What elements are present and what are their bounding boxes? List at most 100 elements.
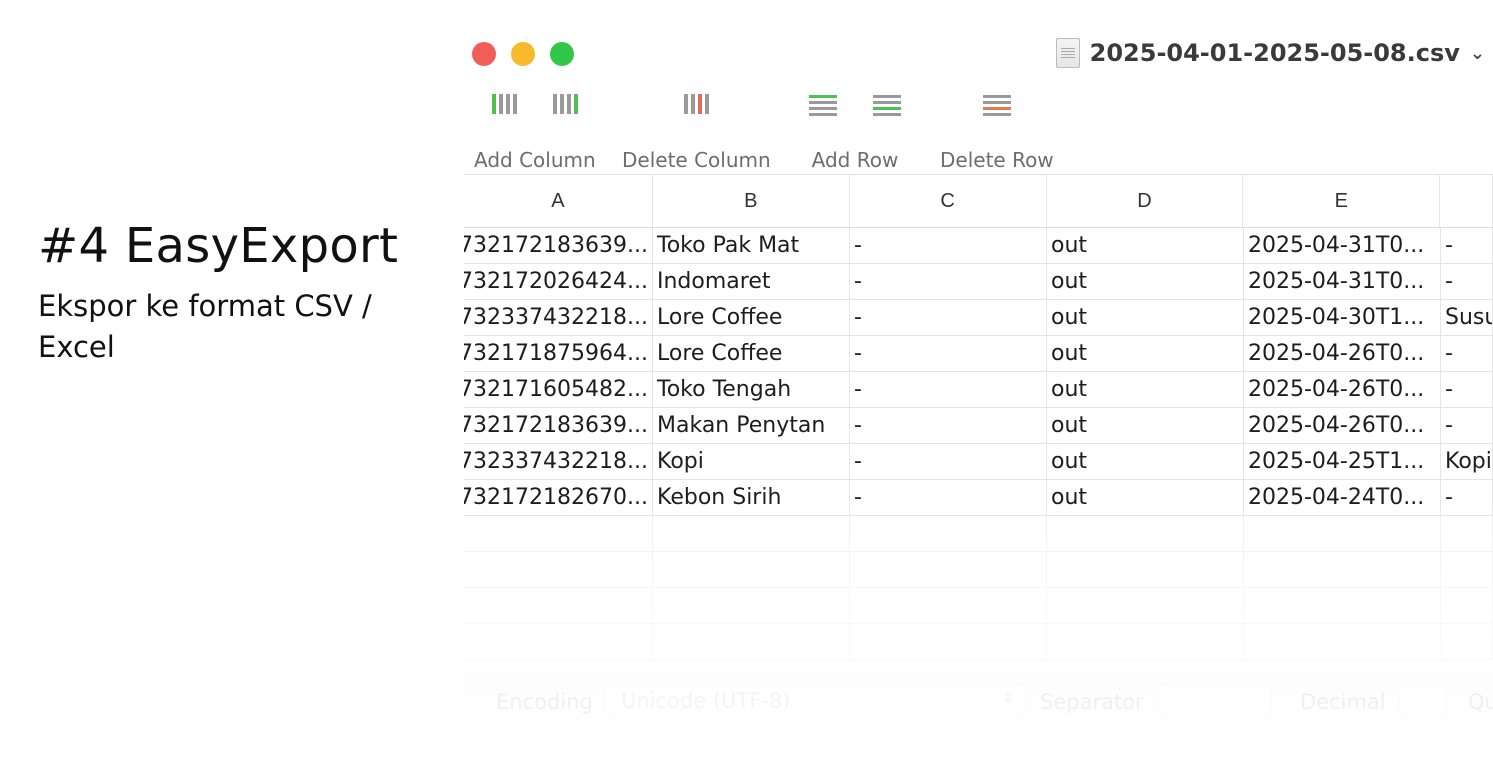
empty-cell[interactable]: [1244, 552, 1441, 587]
column-header-d[interactable]: D: [1047, 175, 1244, 227]
table-cell[interactable]: 732337432218...: [464, 444, 653, 479]
empty-cell[interactable]: [1047, 624, 1244, 659]
empty-cell[interactable]: [653, 588, 850, 623]
separator-select[interactable]: [1158, 684, 1272, 716]
empty-cell[interactable]: [653, 552, 850, 587]
table-cell[interactable]: Makan Penytan: [653, 408, 850, 443]
table-row[interactable]: 732172183639... Makan Penytan - out 2025…: [464, 408, 1493, 444]
table-cell[interactable]: -: [1441, 408, 1493, 443]
table-cell[interactable]: 732172182670...: [464, 480, 653, 515]
table-cell[interactable]: -: [1441, 228, 1493, 263]
table-cell[interactable]: out: [1047, 336, 1244, 371]
add-column-button[interactable]: Add Column: [474, 92, 596, 172]
table-cell[interactable]: -: [850, 372, 1047, 407]
zoom-button[interactable]: [550, 42, 574, 66]
close-button[interactable]: [472, 42, 496, 66]
table-cell[interactable]: 2025-04-30T1...: [1244, 300, 1441, 335]
delete-row-button[interactable]: Delete Row: [940, 92, 1054, 172]
column-header-e[interactable]: E: [1243, 175, 1441, 227]
table-cell[interactable]: 732171875964...: [464, 336, 653, 371]
table-cell[interactable]: -: [1441, 264, 1493, 299]
table-cell[interactable]: 732172183639...: [464, 228, 653, 263]
empty-cell[interactable]: [850, 588, 1047, 623]
empty-cell[interactable]: [1441, 516, 1493, 551]
table-cell[interactable]: -: [850, 480, 1047, 515]
empty-cell[interactable]: [653, 516, 850, 551]
empty-cell[interactable]: [850, 552, 1047, 587]
table-cell[interactable]: -: [850, 408, 1047, 443]
empty-cell[interactable]: [653, 624, 850, 659]
table-row[interactable]: 732337432218... Lore Coffee - out 2025-0…: [464, 300, 1493, 336]
table-cell[interactable]: 732171605482...: [464, 372, 653, 407]
table-cell[interactable]: 2025-04-26T0...: [1244, 408, 1441, 443]
table-cell[interactable]: Susu: [1441, 300, 1493, 335]
table-cell[interactable]: 2025-04-25T1...: [1244, 444, 1441, 479]
table-cell[interactable]: -: [850, 264, 1047, 299]
table-row[interactable]: 732172026424... Indomaret - out 2025-04-…: [464, 264, 1493, 300]
document-title-menu[interactable]: 2025-04-01-2025-05-08.csv ⌄: [1055, 38, 1485, 68]
table-cell[interactable]: out: [1047, 228, 1244, 263]
empty-cell[interactable]: [1244, 516, 1441, 551]
table-row[interactable]: 732172183639... Toko Pak Mat - out 2025-…: [464, 228, 1493, 264]
empty-cell[interactable]: [464, 624, 653, 659]
empty-cell[interactable]: [1441, 588, 1493, 623]
table-cell[interactable]: Toko Pak Mat: [653, 228, 850, 263]
table-cell[interactable]: out: [1047, 372, 1244, 407]
table-cell[interactable]: Lore Coffee: [653, 300, 850, 335]
column-header-c[interactable]: C: [850, 175, 1047, 227]
table-cell[interactable]: 2025-04-26T0...: [1244, 372, 1441, 407]
table-row[interactable]: 732171875964... Lore Coffee - out 2025-0…: [464, 336, 1493, 372]
table-cell[interactable]: 2025-04-24T0...: [1244, 480, 1441, 515]
empty-cell[interactable]: [464, 552, 653, 587]
empty-row[interactable]: [464, 588, 1493, 624]
table-row[interactable]: 732171605482... Toko Tengah - out 2025-0…: [464, 372, 1493, 408]
column-header-b[interactable]: B: [653, 175, 850, 227]
encoding-select[interactable]: Unicode (UTF-8) ⇕: [604, 684, 1026, 716]
empty-cell[interactable]: [1047, 552, 1244, 587]
delete-column-button[interactable]: Delete Column: [622, 92, 771, 172]
empty-cell[interactable]: [1441, 624, 1493, 659]
table-row[interactable]: 732337432218... Kopi - out 2025-04-25T1.…: [464, 444, 1493, 480]
column-header-a[interactable]: A: [464, 175, 653, 227]
table-cell[interactable]: -: [1441, 480, 1493, 515]
empty-cell[interactable]: [464, 588, 653, 623]
table-cell[interactable]: -: [850, 228, 1047, 263]
table-cell[interactable]: 2025-04-31T0...: [1244, 228, 1441, 263]
spreadsheet-grid[interactable]: A B C D E 732172183639... Toko Pak Mat -…: [464, 174, 1493, 660]
empty-cell[interactable]: [850, 516, 1047, 551]
empty-cell[interactable]: [1047, 588, 1244, 623]
table-cell[interactable]: Lore Coffee: [653, 336, 850, 371]
minimize-button[interactable]: [511, 42, 535, 66]
table-cell[interactable]: -: [1441, 372, 1493, 407]
table-cell[interactable]: Indomaret: [653, 264, 850, 299]
table-row[interactable]: 732172182670... Kebon Sirih - out 2025-0…: [464, 480, 1493, 516]
empty-cell[interactable]: [1047, 516, 1244, 551]
empty-row[interactable]: [464, 552, 1493, 588]
table-cell[interactable]: 732172026424...: [464, 264, 653, 299]
table-cell[interactable]: 732337432218...: [464, 300, 653, 335]
table-cell[interactable]: out: [1047, 408, 1244, 443]
table-cell[interactable]: out: [1047, 444, 1244, 479]
empty-cell[interactable]: [464, 516, 653, 551]
decimal-select[interactable]: [1399, 684, 1447, 716]
empty-cell[interactable]: [850, 624, 1047, 659]
table-cell[interactable]: out: [1047, 264, 1244, 299]
table-cell[interactable]: -: [850, 336, 1047, 371]
column-header-f[interactable]: [1440, 175, 1493, 227]
table-cell[interactable]: Kopi: [1441, 444, 1493, 479]
table-cell[interactable]: Kopi: [653, 444, 850, 479]
table-cell[interactable]: Toko Tengah: [653, 372, 850, 407]
empty-cell[interactable]: [1244, 588, 1441, 623]
add-row-button[interactable]: Add Row: [809, 92, 901, 172]
table-cell[interactable]: 2025-04-31T0...: [1244, 264, 1441, 299]
empty-cell[interactable]: [1441, 552, 1493, 587]
table-cell[interactable]: -: [850, 300, 1047, 335]
table-cell[interactable]: 2025-04-26T0...: [1244, 336, 1441, 371]
table-cell[interactable]: 732172183639...: [464, 408, 653, 443]
empty-row[interactable]: [464, 624, 1493, 660]
table-cell[interactable]: out: [1047, 480, 1244, 515]
table-cell[interactable]: -: [1441, 336, 1493, 371]
table-cell[interactable]: -: [850, 444, 1047, 479]
empty-row[interactable]: [464, 516, 1493, 552]
table-cell[interactable]: Kebon Sirih: [653, 480, 850, 515]
